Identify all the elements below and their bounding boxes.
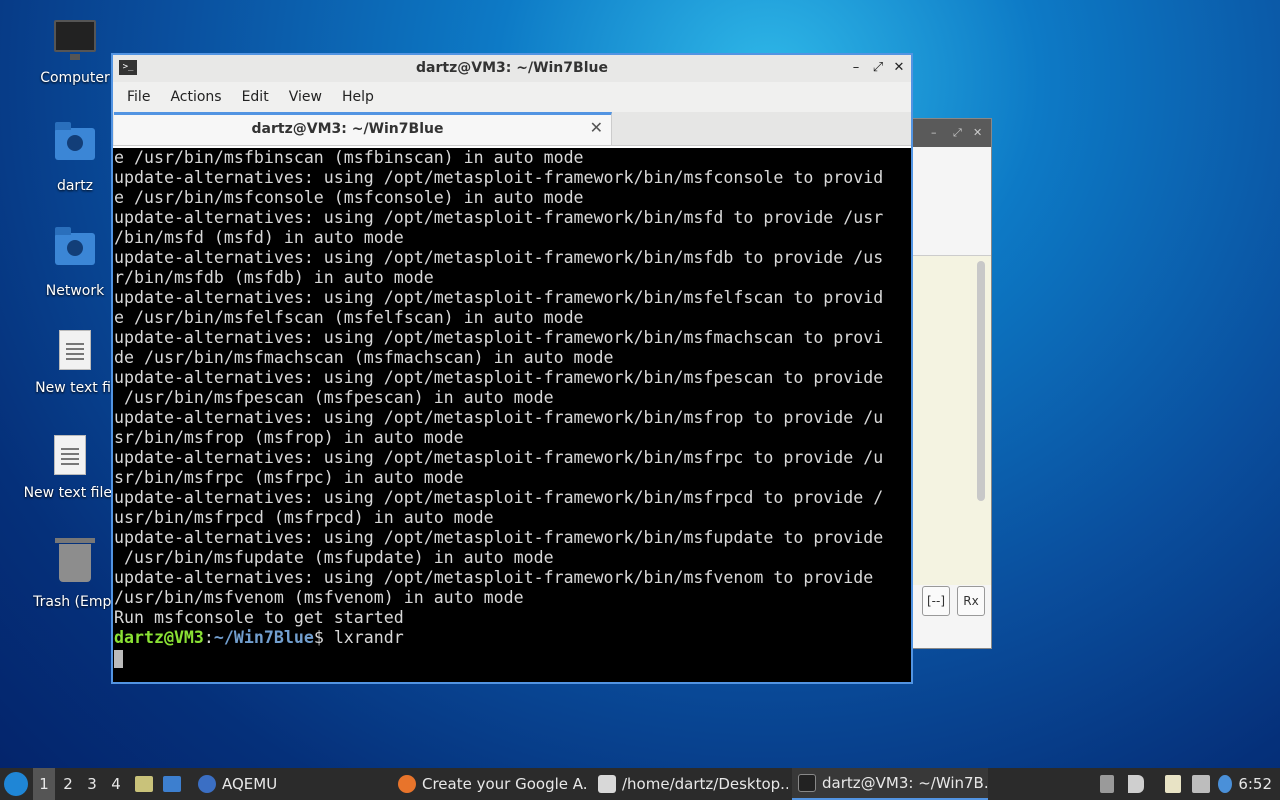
firefox-icon	[398, 775, 416, 793]
workspace-3[interactable]: 3	[81, 768, 103, 800]
terminal-window[interactable]: >_ dartz@VM3: ~/Win7Blue – ⤢ ✕ File Acti…	[111, 53, 913, 684]
output-line: update-alternatives: using /opt/metasplo…	[114, 168, 884, 187]
output-line: usr/bin/msfrpcd (msfrpcd) in auto mode	[114, 508, 494, 527]
rx-button[interactable]: Rx	[957, 586, 985, 616]
close-icon[interactable]: ✕	[973, 126, 982, 139]
update-notifier-icon[interactable]	[1218, 775, 1232, 793]
workspace-1[interactable]: 1	[33, 768, 55, 800]
text-file-icon	[53, 330, 97, 374]
terminal-icon	[798, 774, 816, 792]
maximize-button[interactable]: ⤢	[869, 58, 887, 78]
minimize-icon[interactable]: –	[931, 126, 937, 139]
menu-view[interactable]: View	[279, 89, 332, 105]
prompt-path: ~/Win7Blue	[213, 628, 314, 647]
output-line: update-alternatives: using /opt/metasplo…	[114, 568, 874, 587]
menu-help[interactable]: Help	[332, 89, 384, 105]
background-window-titlebar[interactable]: – ⤢ ✕	[905, 119, 991, 147]
output-line: update-alternatives: using /opt/metasplo…	[114, 328, 884, 347]
start-menu-icon[interactable]	[4, 772, 28, 796]
menu-bar: File Actions Edit View Help	[113, 82, 911, 112]
output-line: e /usr/bin/msfelfscan (msfelfscan) in au…	[114, 308, 584, 327]
taskbar: 1 2 3 4 AQEMU Create your Google A... /h…	[0, 768, 1280, 800]
task-label: dartz@VM3: ~/Win7B...	[822, 774, 988, 792]
task-text-editor[interactable]: /home/dartz/Desktop...	[592, 768, 788, 800]
output-line: Run msfconsole to get started	[114, 608, 404, 627]
output-line: update-alternatives: using /opt/metasplo…	[114, 448, 884, 467]
workspace-4[interactable]: 4	[105, 768, 127, 800]
volume-icon[interactable]	[1128, 775, 1144, 793]
tab-close-icon[interactable]: ✕	[590, 118, 603, 137]
bracket-button[interactable]: [--]	[922, 586, 950, 616]
task-label: AQEMU	[222, 775, 278, 793]
terminal-titlebar[interactable]: >_ dartz@VM3: ~/Win7Blue – ⤢ ✕	[113, 55, 911, 82]
notes-icon[interactable]	[1165, 775, 1181, 793]
tab-bar: dartz@VM3: ~/Win7Blue ✕	[113, 112, 911, 146]
task-aqemu[interactable]: AQEMU	[192, 768, 382, 800]
window-title: dartz@VM3: ~/Win7Blue	[416, 60, 608, 76]
menu-edit[interactable]: Edit	[232, 89, 279, 105]
prompt-separator: :	[203, 628, 214, 647]
prompt-symbol: $	[313, 628, 334, 647]
output-line: /usr/bin/msfpescan (msfpescan) in auto m…	[114, 388, 554, 407]
clipboard-icon[interactable]	[1100, 775, 1114, 793]
background-window[interactable]: – ⤢ ✕ [--] Rx	[904, 118, 992, 649]
output-line: e /usr/bin/msfbinscan (msfbinscan) in au…	[114, 148, 584, 167]
output-line: update-alternatives: using /opt/metasplo…	[114, 288, 884, 307]
maximize-icon[interactable]: ⤢	[953, 126, 962, 140]
output-line: /bin/msfd (msfd) in auto mode	[114, 228, 404, 247]
prompt-user-host: dartz@VM3	[114, 628, 204, 647]
task-terminal[interactable]: dartz@VM3: ~/Win7B...	[792, 768, 988, 800]
output-line: /usr/bin/msfupdate (msfupdate) in auto m…	[114, 548, 554, 567]
show-desktop-icon[interactable]	[163, 776, 181, 792]
file-manager-icon[interactable]	[135, 776, 153, 792]
close-button[interactable]: ✕	[890, 58, 908, 78]
prompt-line: dartz@VM3:~/Win7Blue$ lxrandr	[114, 628, 911, 648]
output-line: update-alternatives: using /opt/metasplo…	[114, 248, 884, 267]
output-line: update-alternatives: using /opt/metasplo…	[114, 488, 884, 507]
scrollbar[interactable]	[977, 261, 985, 501]
workspace-2[interactable]: 2	[57, 768, 79, 800]
aqemu-icon	[198, 775, 216, 793]
output-line: de /usr/bin/msfmachscan (msfmachscan) in…	[114, 348, 614, 367]
trash-icon	[53, 538, 97, 588]
network-icon[interactable]	[1192, 775, 1210, 793]
output-line: update-alternatives: using /opt/metasplo…	[114, 528, 884, 547]
task-label: /home/dartz/Desktop...	[622, 775, 788, 793]
text-file-icon	[48, 435, 92, 479]
output-line: update-alternatives: using /opt/metasplo…	[114, 208, 884, 227]
task-label: Create your Google A...	[422, 775, 588, 793]
output-line: update-alternatives: using /opt/metasplo…	[114, 408, 884, 427]
output-line: sr/bin/msfrop (msfrop) in auto mode	[114, 428, 464, 447]
text-editor-icon	[598, 775, 616, 793]
command-text: lxrandr	[333, 628, 404, 647]
cursor-line	[114, 648, 911, 668]
computer-icon	[53, 20, 97, 64]
output-line: update-alternatives: using /opt/metasplo…	[114, 368, 884, 387]
menu-actions[interactable]: Actions	[160, 89, 231, 105]
task-firefox[interactable]: Create your Google A...	[392, 768, 588, 800]
network-folder-icon	[53, 227, 97, 277]
home-folder-icon	[53, 122, 97, 172]
text-cursor	[114, 649, 123, 668]
tab-terminal[interactable]: dartz@VM3: ~/Win7Blue ✕	[114, 112, 612, 145]
output-line: /usr/bin/msfvenom (msfvenom) in auto mod…	[114, 588, 524, 607]
menu-file[interactable]: File	[117, 89, 160, 105]
output-line: r/bin/msfdb (msfdb) in auto mode	[114, 268, 434, 287]
minimize-button[interactable]: –	[847, 58, 865, 78]
output-line: e /usr/bin/msfconsole (msfconsole) in au…	[114, 188, 584, 207]
terminal-output[interactable]: e /usr/bin/msfbinscan (msfbinscan) in au…	[113, 148, 911, 682]
tab-label: dartz@VM3: ~/Win7Blue	[251, 121, 444, 137]
clock[interactable]: 6:52	[1238, 768, 1272, 800]
output-line: sr/bin/msfrpc (msfrpc) in auto mode	[114, 468, 464, 487]
